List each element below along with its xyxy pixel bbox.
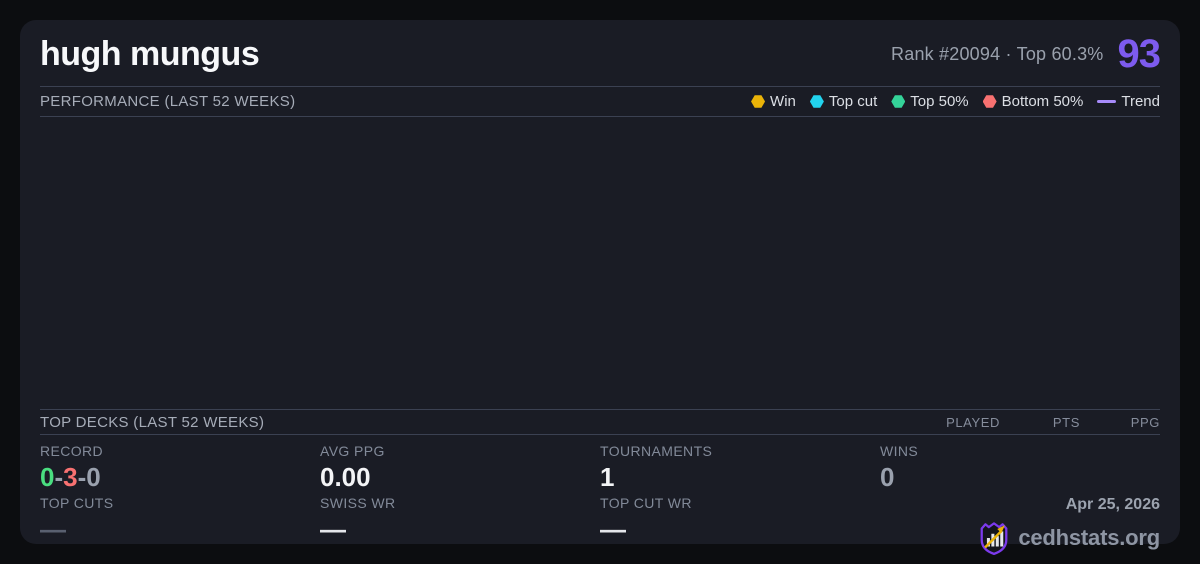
legend-item-win: Win — [751, 93, 796, 110]
top-decks-column-headers: PLAYED PTS PPG — [900, 415, 1160, 430]
record-separator: - — [54, 462, 63, 492]
legend-item-top-50: Top 50% — [891, 93, 968, 110]
player-stats-card: hugh mungus Rank #20094 · Top 60.3% 93 P… — [20, 20, 1180, 544]
legend-label: Trend — [1121, 93, 1160, 110]
trend-line-icon — [1097, 100, 1116, 103]
card-header: hugh mungus Rank #20094 · Top 60.3% 93 — [40, 20, 1160, 86]
column-header-pts: PTS — [1000, 415, 1080, 430]
record-draws: 0 — [86, 462, 100, 492]
chart-legend: Win Top cut Top 50% Bottom 50% Trend — [751, 93, 1160, 110]
avg-ppg-label: AVG PPG — [320, 443, 600, 462]
performance-chart — [40, 117, 1160, 409]
summary-stats-grid: RECORD 0-3-0 TOP CUTS — AVG PPG 0.00 SWI… — [40, 435, 1160, 556]
top-cut-dot-icon — [810, 95, 824, 109]
stat-wins: WINS 0 Apr 25, 2026 cedhstats.org — [880, 443, 1160, 556]
avg-ppg-value: 0.00 — [320, 462, 600, 495]
player-score: 93 — [1118, 32, 1161, 77]
record-value: 0-3-0 — [40, 462, 320, 495]
rank-text: Rank #20094 — [891, 44, 1000, 64]
generated-date: Apr 25, 2026 — [1066, 495, 1160, 514]
performance-header-row: PERFORMANCE (LAST 52 WEEKS) Win Top cut … — [40, 87, 1160, 116]
top-cut-wr-label: TOP CUT WR — [600, 495, 880, 514]
column-header-played: PLAYED — [900, 415, 1000, 430]
legend-item-top-cut: Top cut — [810, 93, 877, 110]
wins-label: WINS — [880, 443, 1160, 462]
top-percent: Top 60.3% — [1017, 44, 1104, 64]
player-name: hugh mungus — [40, 35, 259, 74]
tournaments-label: TOURNAMENTS — [600, 443, 880, 462]
top-cuts-value: — — [40, 514, 320, 546]
legend-item-trend: Trend — [1097, 93, 1160, 110]
swiss-wr-value: — — [320, 514, 600, 546]
record-separator: - — [78, 462, 87, 492]
cedhstats-logo-icon — [977, 520, 1011, 556]
top-cuts-label: TOP CUTS — [40, 495, 320, 514]
legend-label: Win — [770, 93, 796, 110]
bottom-50-dot-icon — [983, 95, 997, 109]
record-label: RECORD — [40, 443, 320, 462]
top-cut-wr-value: — — [600, 514, 880, 546]
brand-link[interactable]: cedhstats.org — [977, 520, 1160, 556]
stat-record: RECORD 0-3-0 TOP CUTS — — [40, 443, 320, 556]
legend-label: Top 50% — [910, 93, 968, 110]
legend-item-bottom-50: Bottom 50% — [983, 93, 1084, 110]
legend-label: Top cut — [829, 93, 877, 110]
record-wins: 0 — [40, 462, 54, 492]
stat-avg-ppg: AVG PPG 0.00 SWISS WR — — [320, 443, 600, 556]
top-decks-section-title: TOP DECKS (LAST 52 WEEKS) — [40, 414, 264, 431]
legend-label: Bottom 50% — [1002, 93, 1084, 110]
rank-separator: · — [1006, 44, 1012, 64]
tournaments-value: 1 — [600, 462, 880, 495]
swiss-wr-label: SWISS WR — [320, 495, 600, 514]
top-50-dot-icon — [891, 95, 905, 109]
stat-tournaments: TOURNAMENTS 1 TOP CUT WR — — [600, 443, 880, 556]
record-losses: 3 — [63, 462, 77, 492]
wins-value: 0 — [880, 462, 1160, 495]
column-header-ppg: PPG — [1080, 415, 1160, 430]
brand-name: cedhstats.org — [1018, 525, 1160, 551]
win-dot-icon — [751, 95, 765, 109]
performance-section-title: PERFORMANCE (LAST 52 WEEKS) — [40, 93, 295, 110]
top-decks-header-row: TOP DECKS (LAST 52 WEEKS) PLAYED PTS PPG — [40, 410, 1160, 434]
rank-summary: Rank #20094 · Top 60.3% — [891, 44, 1103, 65]
